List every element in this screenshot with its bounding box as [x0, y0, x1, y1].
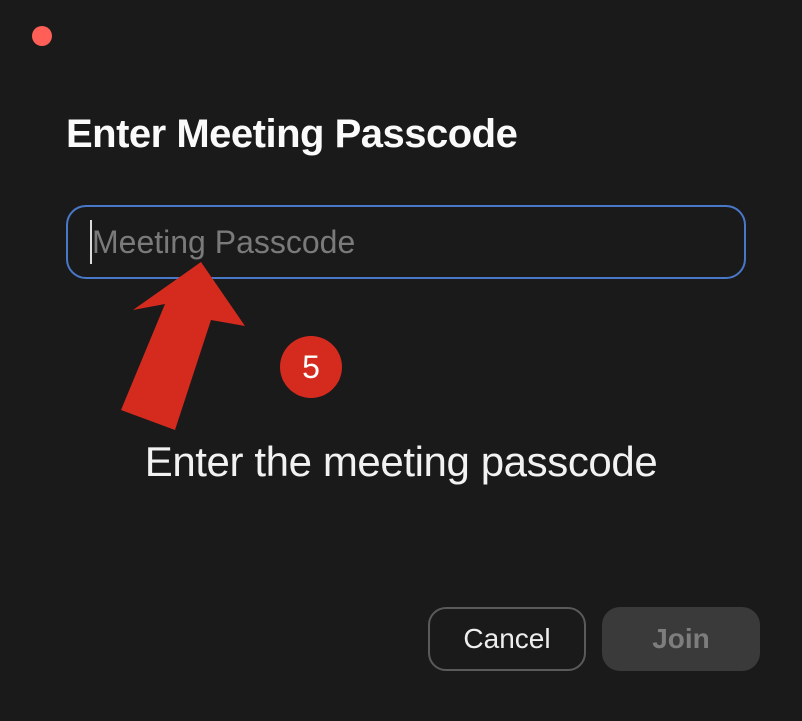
meeting-passcode-input[interactable] — [66, 205, 746, 279]
join-button[interactable]: Join — [602, 607, 760, 671]
window-close-traffic-light[interactable] — [32, 26, 52, 46]
dialog-title: Enter Meeting Passcode — [66, 112, 517, 157]
text-caret — [90, 220, 92, 264]
step-number-badge: 5 — [280, 336, 342, 398]
annotation-caption: Enter the meeting passcode — [0, 438, 802, 486]
meeting-passcode-dialog: Enter Meeting Passcode 5 Enter the meeti… — [0, 0, 802, 721]
annotation-arrow-icon — [105, 260, 265, 440]
cancel-button[interactable]: Cancel — [428, 607, 586, 671]
